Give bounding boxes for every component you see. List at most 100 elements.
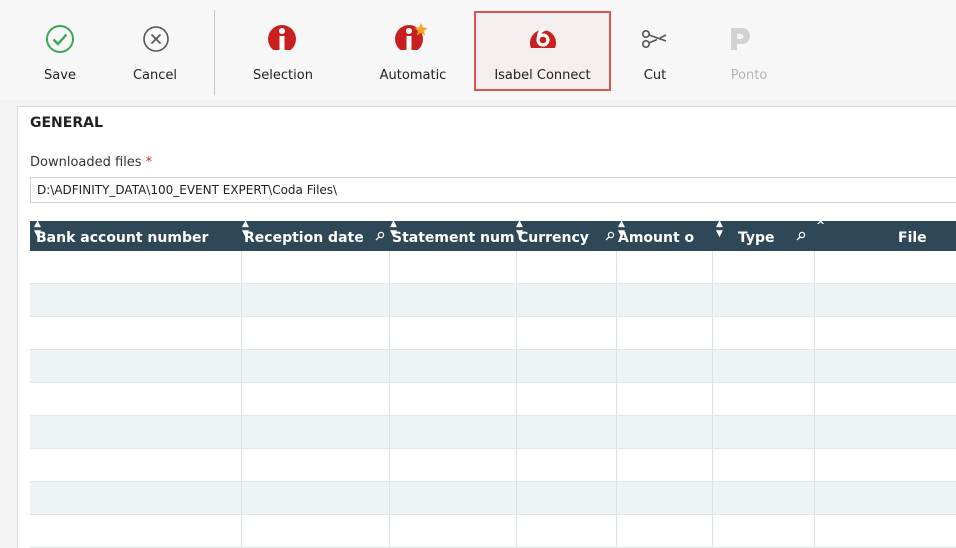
column-divider: [241, 350, 242, 382]
cut-button[interactable]: Cut: [638, 10, 672, 90]
column-divider: [616, 284, 617, 316]
column-divider: [389, 251, 390, 283]
column-divider: [389, 449, 390, 481]
selection-button[interactable]: Selection: [245, 10, 321, 90]
column-divider: [616, 251, 617, 283]
table-row[interactable]: [30, 515, 956, 548]
required-marker: *: [145, 155, 153, 170]
filter-search-icon[interactable]: [605, 231, 615, 241]
col-header-label: Reception date: [244, 230, 364, 246]
table-row[interactable]: [30, 350, 956, 383]
save-button[interactable]: Save: [40, 10, 80, 90]
column-divider: [616, 350, 617, 382]
column-divider: [389, 284, 390, 316]
table-row[interactable]: [30, 251, 956, 284]
column-divider: [712, 251, 713, 283]
column-divider: [712, 416, 713, 448]
filter-search-icon[interactable]: [375, 231, 385, 241]
column-divider: [814, 350, 815, 382]
column-divider: [516, 251, 517, 283]
column-divider: [616, 449, 617, 481]
column-divider: [516, 350, 517, 382]
scissors-icon: [641, 30, 667, 48]
column-divider: [516, 416, 517, 448]
sort-icon: ▲ ▼: [34, 219, 41, 239]
column-divider: [389, 416, 390, 448]
section-title: GENERAL: [30, 115, 103, 131]
toolbar-separator: [214, 10, 215, 95]
column-divider: [516, 449, 517, 481]
sort-icon: ▲ ▼: [716, 219, 723, 239]
column-divider: [712, 317, 713, 349]
column-divider: [241, 317, 242, 349]
column-divider: [712, 515, 713, 547]
table-row[interactable]: [30, 284, 956, 317]
ponto-icon: [731, 28, 750, 50]
col-header-reception-date[interactable]: Reception date: [244, 221, 374, 251]
column-divider: [389, 515, 390, 547]
column-divider: [389, 317, 390, 349]
downloaded-files-label-text: Downloaded files: [30, 155, 142, 170]
column-divider: [616, 482, 617, 514]
statements-grid: Bank account number ▲ ▼ Reception date ▲ ▼…: [30, 219, 956, 548]
ponto-label: Ponto: [730, 68, 768, 83]
col-header-statement-number[interactable]: Statement number: [392, 221, 514, 251]
column-divider: [241, 482, 242, 514]
cancel-label: Cancel: [132, 68, 178, 83]
ponto-button[interactable]: Ponto: [722, 10, 776, 90]
automatic-button[interactable]: Automatic: [370, 10, 456, 90]
isabel-auto-icon: [395, 23, 428, 56]
column-divider: [616, 317, 617, 349]
col-header-type[interactable]: Type: [738, 221, 788, 251]
column-divider: [241, 449, 242, 481]
column-divider: [389, 482, 390, 514]
column-divider: [616, 515, 617, 547]
table-row[interactable]: [30, 482, 956, 515]
selection-label: Selection: [253, 68, 313, 83]
column-divider: [712, 482, 713, 514]
toolbar: Save Cancel Selection Automatic Isabel C…: [0, 0, 956, 100]
column-divider: [516, 515, 517, 547]
column-divider: [814, 284, 815, 316]
sort-ascending-icon[interactable]: ^: [816, 220, 825, 231]
column-divider: [814, 515, 815, 547]
sort-icon: ▲ ▼: [242, 219, 249, 239]
column-divider: [616, 383, 617, 415]
downloaded-files-label: Downloaded files *: [30, 155, 152, 170]
column-divider: [814, 416, 815, 448]
filter-search-icon[interactable]: [796, 231, 806, 241]
col-header-file[interactable]: File: [898, 221, 948, 251]
table-row[interactable]: [30, 383, 956, 416]
column-divider: [814, 482, 815, 514]
column-divider: [712, 449, 713, 481]
column-divider: [814, 317, 815, 349]
col-header-bank-account-number[interactable]: Bank account number: [36, 221, 236, 251]
table-row[interactable]: [30, 449, 956, 482]
grid-body: [30, 251, 956, 548]
col-header-label: Statement number: [392, 230, 514, 246]
downloaded-files-input[interactable]: D:\ADFINITY_DATA\100_EVENT EXPERT\Coda F…: [30, 177, 956, 203]
sort-icon: ▲ ▼: [390, 219, 397, 239]
sort-icon: ▲ ▼: [516, 219, 523, 239]
cancel-button[interactable]: Cancel: [130, 10, 180, 90]
col-header-label: Bank account number: [36, 230, 209, 246]
column-divider: [389, 350, 390, 382]
column-divider: [516, 383, 517, 415]
cancel-circle-icon: [143, 26, 169, 52]
check-circle-icon: [46, 25, 74, 53]
general-panel: GENERAL Downloaded files * D:\ADFINITY_DA…: [17, 106, 956, 548]
col-header-label: Type: [738, 230, 775, 246]
column-divider: [814, 383, 815, 415]
column-divider: [241, 416, 242, 448]
col-header-amount[interactable]: Amount o: [618, 221, 710, 251]
automatic-label: Automatic: [379, 68, 447, 83]
isabel-connect-button[interactable]: Isabel Connect: [484, 10, 601, 90]
column-divider: [712, 284, 713, 316]
column-divider: [516, 482, 517, 514]
cut-label: Cut: [643, 68, 667, 83]
column-divider: [241, 383, 242, 415]
table-row[interactable]: [30, 416, 956, 449]
table-row[interactable]: [30, 317, 956, 350]
col-header-currency[interactable]: Currency: [518, 221, 600, 251]
save-label: Save: [44, 68, 76, 83]
